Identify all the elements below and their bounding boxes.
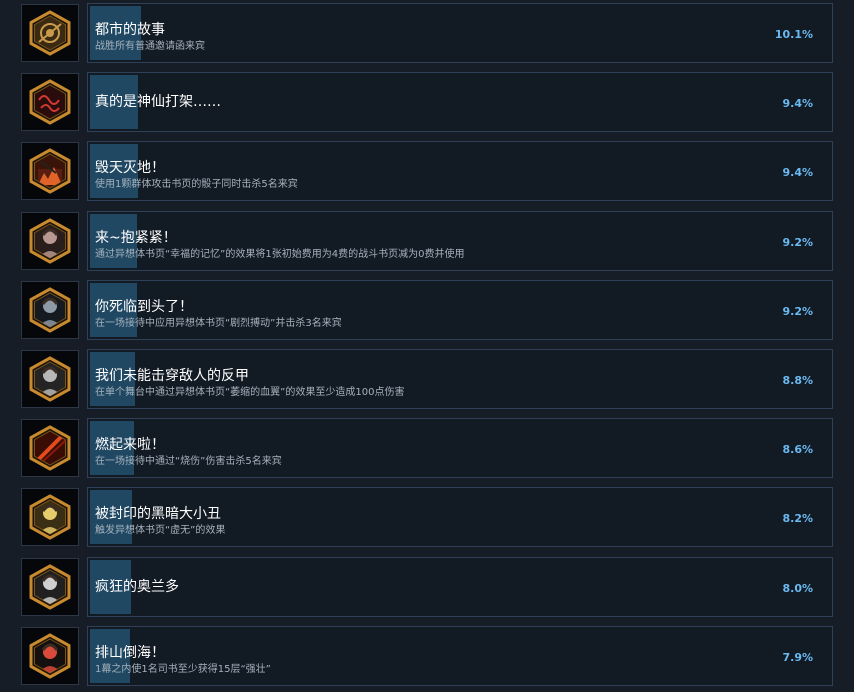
achievement-card: 你死临到头了！ 在一场接待中应用异想体书页“剧烈搏动”并击杀3名来宾 9.2% <box>87 280 833 340</box>
achievement-icon-frame <box>21 281 79 339</box>
achievement-description: 在单个舞台中通过异想体书页“萎缩的血翼”的效果至少造成100点伤害 <box>95 387 405 398</box>
achievement-description: 在一场接待中通过“烧伤”伤害击杀5名来宾 <box>95 456 282 467</box>
unlock-percentage: 8.0% <box>782 582 813 595</box>
achievement-description: 战胜所有普通邀请函来宾 <box>95 41 205 52</box>
unlock-percentage: 8.8% <box>782 374 813 387</box>
achievement-title: 真的是神仙打架…… <box>95 94 221 110</box>
achievement-title: 都市的故事 <box>95 22 165 38</box>
achievement-description: 1幕之内使1名司书至少获得15层“强壮” <box>95 664 271 675</box>
blonde-woman-icon <box>29 494 71 540</box>
achievement-card: 真的是神仙打架…… 9.4% <box>87 72 833 132</box>
achievement-title: 疯狂的奥兰多 <box>95 579 179 595</box>
achievement-icon-frame <box>21 73 79 131</box>
mad-figure-icon <box>29 564 71 610</box>
achievement-icon-frame <box>21 4 79 62</box>
achievement-title: 来~抱紧紧！ <box>95 230 177 246</box>
achievement-icon-frame <box>21 558 79 616</box>
achievement-list: 都市的故事战胜所有普通邀请函来宾 10.1% 真的是神仙打架…… 9.4% 毁天灭地！ 使… <box>0 0 854 692</box>
red-script-icon <box>29 79 71 125</box>
achievement-description: 触发异想体书页“虚无”的效果 <box>95 525 226 536</box>
achievement-description: 使用1颗群体攻击书页的骰子同时击杀5名来宾 <box>95 179 298 190</box>
unlock-percentage: 9.2% <box>782 236 813 249</box>
achievement-card: 排山倒海！ 1幕之内使1名司书至少获得15层“强壮” 7.9% <box>87 626 833 686</box>
achievement-row: 被封印的黑暗大小丑触发异想体书页“虚无”的效果 8.2% <box>0 487 854 547</box>
achievement-row: 你死临到头了！ 在一场接待中应用异想体书页“剧烈搏动”并击杀3名来宾 9.2% <box>0 280 854 340</box>
unlock-percentage: 10.1% <box>774 28 813 41</box>
achievement-card: 都市的故事战胜所有普通邀请函来宾 10.1% <box>87 3 833 63</box>
achievement-icon-frame <box>21 350 79 408</box>
achievement-icon-frame <box>21 627 79 685</box>
unlock-percentage: 7.9% <box>782 651 813 664</box>
achievement-card: 毁天灭地！ 使用1颗群体攻击书页的骰子同时击杀5名来宾 9.4% <box>87 141 833 201</box>
gray-hair-man-icon <box>29 356 71 402</box>
achievement-row: 排山倒海！ 1幕之内使1名司书至少获得15层“强壮” 7.9% <box>0 626 854 686</box>
achievement-icon-frame <box>21 488 79 546</box>
achievement-icon-frame <box>21 419 79 477</box>
achievement-row: 来~抱紧紧！ 通过异想体书页“幸福的记忆”的效果将1张初始费用为4费的战斗书页减为… <box>0 211 854 271</box>
achievement-card: 被封印的黑暗大小丑触发异想体书页“虚无”的效果 8.2% <box>87 487 833 547</box>
unlock-percentage: 8.2% <box>782 512 813 525</box>
achievement-row: 毁天灭地！ 使用1颗群体攻击书页的骰子同时击杀5名来宾 9.4% <box>0 141 854 201</box>
achievement-icon-frame <box>21 142 79 200</box>
hat-figure-icon <box>29 633 71 679</box>
suited-man-icon <box>29 287 71 333</box>
achievement-title: 燃起来啦！ <box>95 437 165 453</box>
achievement-icon-frame <box>21 212 79 270</box>
achievement-description: 在一场接待中应用异想体书页“剧烈搏动”并击杀3名来宾 <box>95 318 342 329</box>
unlock-percentage: 8.6% <box>782 443 813 456</box>
achievement-title: 你死临到头了！ <box>95 299 193 315</box>
achievement-row: 燃起来啦！ 在一场接待中通过“烧伤”伤害击杀5名来宾 8.6% <box>0 418 854 478</box>
unlock-percentage: 9.4% <box>782 166 813 179</box>
unlock-percentage: 9.4% <box>782 97 813 110</box>
achievement-row: 真的是神仙打架…… 9.4% <box>0 72 854 132</box>
burning-building-icon <box>29 148 71 194</box>
achievement-card: 我们未能击穿敌人的反甲在单个舞台中通过异想体书页“萎缩的血翼”的效果至少造成10… <box>87 349 833 409</box>
girl-portrait-icon <box>29 218 71 264</box>
gear-scroll-icon <box>29 10 71 56</box>
achievement-card: 疯狂的奥兰多 8.0% <box>87 557 833 617</box>
achievement-row: 我们未能击穿敌人的反甲在单个舞台中通过异想体书页“萎缩的血翼”的效果至少造成10… <box>0 349 854 409</box>
achievement-title: 毁天灭地！ <box>95 160 165 176</box>
achievement-title: 被封印的黑暗大小丑 <box>95 506 221 522</box>
unlock-percentage: 9.2% <box>782 305 813 318</box>
achievement-card: 来~抱紧紧！ 通过异想体书页“幸福的记忆”的效果将1张初始费用为4费的战斗书页减为… <box>87 211 833 271</box>
flame-slash-icon <box>29 425 71 471</box>
achievement-row: 疯狂的奥兰多 8.0% <box>0 557 854 617</box>
achievement-description: 通过异想体书页“幸福的记忆”的效果将1张初始费用为4费的战斗书页减为0费并使用 <box>95 249 465 260</box>
achievement-card: 燃起来啦！ 在一场接待中通过“烧伤”伤害击杀5名来宾 8.6% <box>87 418 833 478</box>
achievement-title: 排山倒海！ <box>95 645 165 661</box>
achievement-title: 我们未能击穿敌人的反甲 <box>95 368 249 384</box>
achievement-row: 都市的故事战胜所有普通邀请函来宾 10.1% <box>0 3 854 63</box>
